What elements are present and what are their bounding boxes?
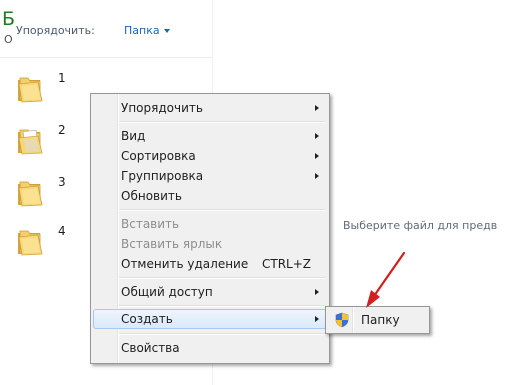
library-subtitle-fragment: О xyxy=(4,33,13,46)
menu-item-paste: Вставить xyxy=(93,214,327,234)
menu-item-sort[interactable]: Сортировка xyxy=(93,146,327,166)
folder-name: 4 xyxy=(58,224,66,238)
submenu-arrow-icon xyxy=(315,289,319,295)
menu-item-label: Общий доступ xyxy=(121,285,213,299)
submenu-arrow-icon xyxy=(315,316,319,322)
menu-item-shortcut: CTRL+Z xyxy=(261,257,311,271)
submenu-arrow-icon xyxy=(315,153,319,159)
new-submenu: Папку xyxy=(325,306,430,334)
arrange-by-dropdown[interactable]: Папка xyxy=(124,24,170,38)
folder-name: 2 xyxy=(58,123,66,137)
menu-item-label: Свойства xyxy=(121,341,180,355)
folder-with-documents-icon xyxy=(18,129,43,155)
menu-item-label: Вид xyxy=(121,129,146,143)
menu-item-group[interactable]: Группировка xyxy=(93,166,327,186)
menu-item-view[interactable]: Вид xyxy=(93,126,327,146)
menu-item-new[interactable]: Создать xyxy=(93,309,327,329)
submenu-arrow-icon xyxy=(315,105,319,111)
menu-item-share[interactable]: Общий доступ xyxy=(93,282,327,302)
folder-item-1[interactable]: 1 xyxy=(14,71,94,106)
menu-item-label: Создать xyxy=(121,312,173,326)
menu-item-label: Вставить ярлык xyxy=(121,237,223,251)
menu-item-undo-delete[interactable]: Отменить удаление CTRL+Z xyxy=(93,254,327,274)
folder-icon xyxy=(18,77,43,103)
library-title-fragment: Б xyxy=(2,8,16,30)
folder-name: 3 xyxy=(58,175,66,189)
header-divider xyxy=(0,57,212,58)
menu-item-arrange[interactable]: Упорядочить xyxy=(93,98,327,118)
submenu-arrow-icon xyxy=(315,133,319,139)
folder-icon xyxy=(18,181,43,207)
context-menu: Упорядочить Вид Сортировка Группировка О… xyxy=(90,93,330,364)
menu-separator xyxy=(119,333,325,335)
menu-separator xyxy=(119,121,325,123)
menu-item-refresh[interactable]: Обновить xyxy=(93,186,327,206)
menu-separator xyxy=(119,305,325,307)
folder-name: 1 xyxy=(58,71,66,85)
arrange-by-label: Упорядочить: xyxy=(16,24,95,37)
menu-separator xyxy=(119,277,325,279)
preview-hint: Выберите файл для предв xyxy=(343,219,498,232)
submenu-arrow-icon xyxy=(315,173,319,179)
menu-item-label: Обновить xyxy=(121,189,182,203)
chevron-down-icon xyxy=(163,29,170,33)
folder-item-2[interactable]: 2 xyxy=(14,123,94,158)
menu-item-label: Сортировка xyxy=(121,149,196,163)
submenu-item-label: Папку xyxy=(361,313,400,327)
menu-item-label: Отменить удаление xyxy=(121,257,249,271)
red-arrow-annotation xyxy=(366,251,406,308)
menu-item-label: Упорядочить xyxy=(121,101,203,115)
menu-item-label: Группировка xyxy=(121,169,204,183)
folder-item-4[interactable]: 4 xyxy=(14,224,94,259)
menu-item-properties[interactable]: Свойства xyxy=(93,338,327,358)
menu-separator xyxy=(119,209,325,211)
uac-shield-icon xyxy=(335,312,349,328)
submenu-item-new-folder[interactable]: Папку xyxy=(328,310,427,330)
folder-item-3[interactable]: 3 xyxy=(14,175,94,210)
folder-icon xyxy=(18,230,43,256)
menu-item-label: Вставить xyxy=(121,217,180,231)
menu-item-paste-shortcut: Вставить ярлык xyxy=(93,234,327,254)
arrange-by-value: Папка xyxy=(124,24,160,37)
